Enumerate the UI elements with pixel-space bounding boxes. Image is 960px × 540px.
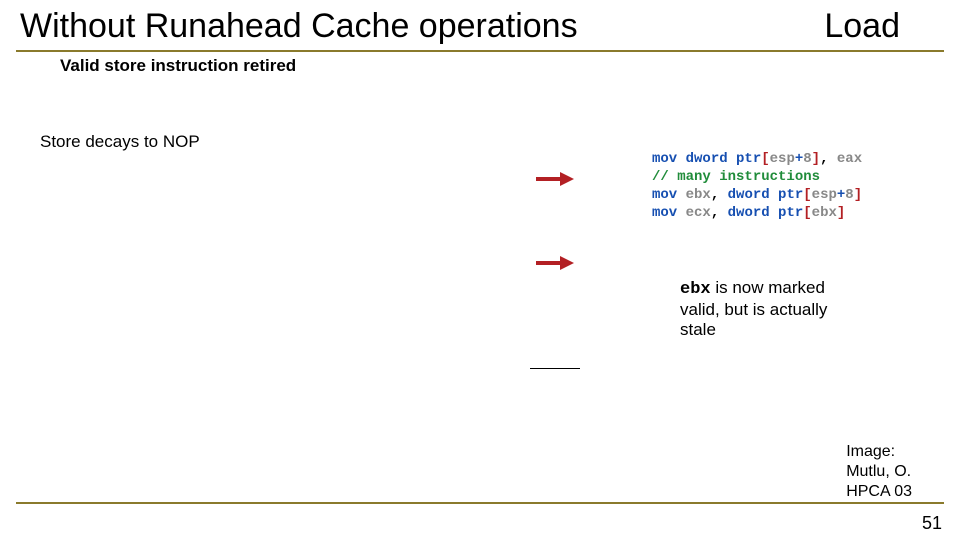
code-bracket: [ [803,205,811,221]
section-title: Load [824,6,940,46]
code-comment: // many instructions [652,169,820,185]
code-kw: mov [652,187,677,203]
code-block: mov dword ptr[esp+8], eax // many instru… [652,150,862,222]
code-kw: dword ptr [728,187,804,203]
code-sep: , [820,151,837,167]
image-credit: Image: Mutlu, O. HPCA 03 [846,442,912,502]
note-reg: ebx [680,280,711,299]
code-reg: esp [812,187,837,203]
code-kw: mov [652,205,677,221]
code-kw: mov [652,151,677,167]
note-text: valid, but is actually [680,300,827,319]
page-title: Without Runahead Cache operations [20,6,824,46]
short-rule [530,368,580,369]
code-op: + [795,151,803,167]
code-num: 8 [803,151,811,167]
code-kw: dword ptr [677,151,761,167]
code-reg: ebx [677,187,711,203]
divider-bottom [16,502,944,504]
code-sep: , [711,205,728,221]
code-reg: eax [837,151,862,167]
code-bracket: ] [854,187,862,203]
code-kw: dword ptr [728,205,804,221]
code-bracket: ] [837,205,845,221]
subtitle-store-decays: Store decays to NOP [0,132,960,152]
arrow-icon [536,174,576,182]
arrow-icon [536,258,576,266]
code-bracket: [ [803,187,811,203]
code-reg: esp [770,151,795,167]
code-reg: ecx [677,205,711,221]
code-reg: ebx [812,205,837,221]
subtitle-valid-store: Valid store instruction retired [0,56,960,76]
credit-line: Mutlu, O. [846,463,911,480]
note-text: stale [680,320,716,339]
title-row: Without Runahead Cache operations Load [0,0,960,46]
note-block: ebx is now marked valid, but is actually… [680,278,890,340]
code-sep: , [711,187,728,203]
credit-line: HPCA 03 [846,483,912,500]
code-bracket: [ [761,151,769,167]
page-number: 51 [922,513,942,534]
code-num: 8 [845,187,853,203]
credit-line: Image: [846,443,895,460]
code-bracket: ] [812,151,820,167]
note-text: is now marked [711,278,825,297]
divider-top [16,50,944,52]
